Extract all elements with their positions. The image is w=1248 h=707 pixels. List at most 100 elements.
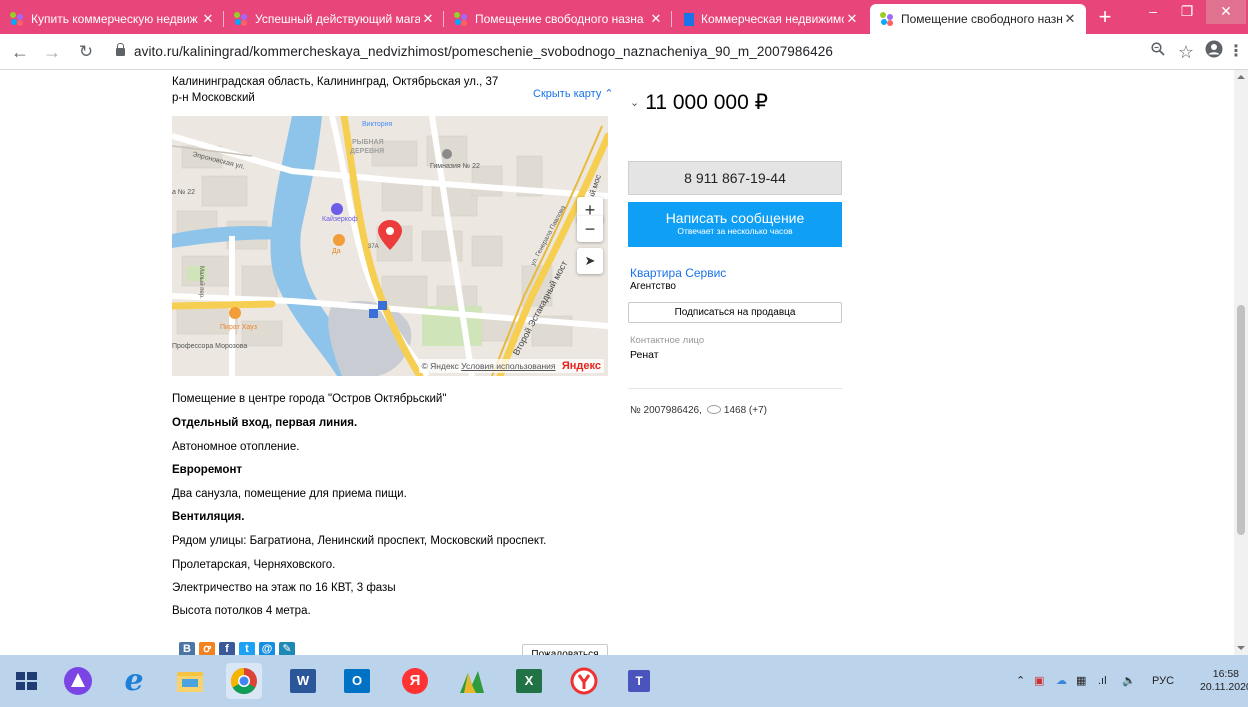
mailru-share-icon[interactable]: @ bbox=[259, 642, 275, 655]
tray-app-icon[interactable]: ▣ bbox=[1034, 655, 1044, 707]
page-scrollbar[interactable] bbox=[1234, 70, 1248, 655]
onedrive-icon[interactable]: ☁ bbox=[1056, 655, 1067, 707]
facebook-share-icon[interactable]: f bbox=[219, 642, 235, 655]
reload-icon[interactable]: ↻ bbox=[74, 40, 98, 64]
excel-icon[interactable]: X bbox=[512, 663, 548, 699]
tab-strip: Купить коммерческую недвиж ✕ Успешный де… bbox=[0, 0, 1248, 34]
avito-icon bbox=[10, 12, 24, 26]
subscribe-seller-button[interactable]: Подписаться на продавца bbox=[628, 302, 842, 323]
tab-1[interactable]: Купить коммерческую недвиж ✕ bbox=[0, 4, 224, 34]
map-label-viktoria: Виктория bbox=[362, 121, 393, 128]
outlook-icon[interactable]: O bbox=[340, 663, 376, 699]
minimize-icon[interactable]: – bbox=[1136, 0, 1170, 24]
map-label-gym: Гимназия № 22 bbox=[430, 163, 480, 170]
close-tab-icon[interactable]: ✕ bbox=[200, 11, 216, 27]
tray-chevron-icon[interactable]: ⌃ bbox=[1016, 655, 1025, 707]
close-tab-icon[interactable]: ✕ bbox=[648, 11, 664, 27]
chrome-icon[interactable] bbox=[226, 663, 262, 699]
word-icon[interactable]: W bbox=[286, 663, 322, 699]
back-icon[interactable]: ← bbox=[8, 40, 32, 64]
new-tab-icon[interactable]: + bbox=[1092, 6, 1118, 30]
scroll-thumb[interactable] bbox=[1237, 305, 1245, 535]
profile-icon[interactable] bbox=[1202, 40, 1226, 64]
system-clock[interactable]: 16:58 20.11.2020 bbox=[1200, 668, 1248, 694]
livejournal-share-icon[interactable]: ✎ bbox=[279, 642, 295, 655]
input-language[interactable]: РУС bbox=[1152, 655, 1174, 707]
bookmark-flag-icon bbox=[684, 12, 694, 26]
view-count: 1468 (+7) bbox=[723, 405, 767, 416]
map-label-37a: 37А bbox=[368, 244, 379, 250]
close-tab-icon[interactable]: ✕ bbox=[844, 11, 860, 27]
description-line: Высота потолков 4 метра. bbox=[172, 605, 311, 617]
zoom-icon[interactable] bbox=[1146, 40, 1170, 64]
internet-explorer-icon[interactable]: e bbox=[116, 663, 152, 699]
map-label-morozova: Профессора Морозова bbox=[172, 343, 247, 350]
address-bar[interactable]: avito.ru/kaliningrad/kommercheskaya_nedv… bbox=[116, 34, 833, 70]
tab-title: Купить коммерческую недвиж bbox=[31, 12, 198, 26]
write-message-button[interactable]: Написать сообщение Отвечает за несколько… bbox=[628, 202, 842, 247]
bookmark-star-icon[interactable]: ☆ bbox=[1174, 40, 1198, 64]
volume-icon[interactable]: 🔈 bbox=[1122, 655, 1136, 707]
scroll-up-arrow[interactable] bbox=[1237, 75, 1245, 79]
yandex-logo[interactable]: Яндекс bbox=[562, 360, 601, 372]
ok-share-icon[interactable]: ꝍ bbox=[199, 642, 215, 655]
description-line: Пролетарская, Черняховского. bbox=[172, 559, 336, 571]
signal-icon[interactable]: .ıl bbox=[1098, 655, 1107, 707]
close-tab-icon[interactable]: ✕ bbox=[1062, 11, 1078, 27]
avito-icon bbox=[454, 12, 468, 26]
tab-title: Коммерческая недвижимость bbox=[701, 12, 844, 26]
yandex-browser-icon[interactable]: Я bbox=[396, 663, 432, 699]
hide-map-link[interactable]: Скрыть карту ⌃ bbox=[533, 87, 614, 100]
tab-title: Помещение свободного назна bbox=[901, 12, 1062, 26]
map[interactable]: Виктория Эпроновская ул. РЫБНАЯ ДЕРЕВНЯ … bbox=[172, 116, 608, 376]
tab-title: Помещение свободного назна bbox=[475, 12, 644, 26]
scroll-down-arrow[interactable] bbox=[1237, 646, 1245, 650]
twitter-share-icon[interactable]: t bbox=[239, 642, 255, 655]
teams-icon[interactable]: T bbox=[622, 663, 658, 699]
eye-icon bbox=[706, 405, 721, 414]
close-tab-icon[interactable]: ✕ bbox=[420, 11, 436, 27]
page-content: Калининградская область, Калининград, Ок… bbox=[0, 70, 1248, 655]
yandex-icon[interactable] bbox=[566, 663, 602, 699]
ad-meta: № 2007986426, 1468 (+7) bbox=[630, 404, 767, 416]
address-line: Калининградская область, Калининград, Ок… bbox=[172, 76, 499, 88]
tab-2[interactable]: Успешный действующий магаз ✕ bbox=[224, 4, 444, 34]
vk-share-icon[interactable]: B bbox=[179, 642, 195, 655]
price-value: 11 000 000 ₽ bbox=[645, 91, 768, 114]
menu-dots-icon[interactable]: ⋮ bbox=[1224, 40, 1248, 64]
tab-4[interactable]: Коммерческая недвижимость ✕ bbox=[672, 4, 868, 34]
copyright-text: © Яндекс bbox=[421, 361, 459, 371]
map-label-kaiser: Кайзеркоф bbox=[322, 215, 358, 223]
tray-network-icon[interactable]: ▦ bbox=[1076, 655, 1086, 707]
description-line: Евроремонт bbox=[172, 464, 243, 476]
chart-app-icon[interactable] bbox=[454, 663, 490, 699]
hide-map-label: Скрыть карту bbox=[533, 88, 602, 100]
divider bbox=[628, 388, 842, 389]
map-copyright: © Яндекс Условия использования Яндекс bbox=[418, 359, 604, 373]
tab-3[interactable]: Помещение свободного назна ✕ bbox=[444, 4, 672, 34]
file-explorer-icon[interactable] bbox=[172, 663, 208, 699]
forward-icon[interactable]: → bbox=[40, 40, 64, 64]
description-line: Электричество на этаж по 16 КВТ, 3 фазы bbox=[172, 582, 396, 594]
contact-person-name: Ренат bbox=[630, 349, 659, 361]
chevron-down-icon: ⌄ bbox=[630, 97, 640, 109]
map-label-ryb2: ДЕРЕВНЯ bbox=[350, 148, 384, 155]
map-label-pirat: Пират Хауз bbox=[220, 324, 257, 331]
geolocation-icon[interactable]: ➤ bbox=[577, 248, 603, 274]
contact-person-label: Контактное лицо bbox=[630, 335, 705, 346]
map-canvas: Виктория Эпроновская ул. РЫБНАЯ ДЕРЕВНЯ … bbox=[172, 116, 608, 376]
seller-name-link[interactable]: Квартира Сервис bbox=[630, 266, 726, 280]
terms-link[interactable]: Условия использования bbox=[461, 361, 555, 371]
price[interactable]: ⌄ 11 000 000 ₽ bbox=[630, 90, 768, 115]
close-window-icon[interactable]: ✕ bbox=[1206, 0, 1246, 24]
description-line: Помещение в центре города "Остров Октябр… bbox=[172, 393, 447, 405]
show-phone-button[interactable]: 8 911 867-19-44 bbox=[628, 161, 842, 195]
description-line: Отдельный вход, первая линия. bbox=[172, 417, 358, 429]
windows-start-icon[interactable] bbox=[8, 663, 44, 699]
restore-icon[interactable]: ❐ bbox=[1170, 0, 1204, 24]
map-zoom-out-button[interactable]: − bbox=[577, 216, 603, 242]
tab-5-active[interactable]: Помещение свободного назна ✕ bbox=[870, 4, 1086, 34]
alice-assistant-icon[interactable] bbox=[60, 663, 96, 699]
complain-button[interactable]: Пожаловаться bbox=[522, 644, 608, 655]
ad-number: № 2007986426, bbox=[630, 405, 702, 416]
